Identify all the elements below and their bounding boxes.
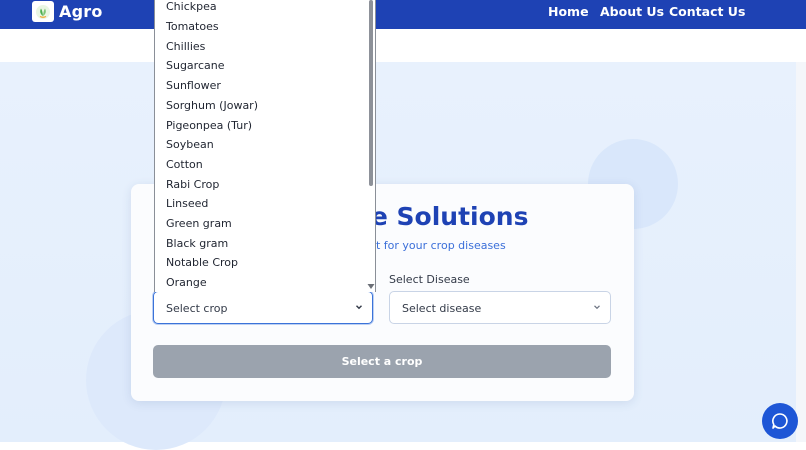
dropdown-option[interactable]: Soybean — [166, 138, 214, 151]
dropdown-option[interactable]: Rabi Crop — [166, 178, 219, 191]
brand-name[interactable]: Agro — [59, 2, 103, 21]
chevron-down-icon — [356, 305, 362, 310]
dropdown-scrollbar-thumb[interactable] — [369, 0, 373, 186]
nav-contact-link[interactable]: Contact Us — [669, 4, 745, 19]
dropdown-option[interactable]: Linseed — [166, 197, 208, 210]
submit-button[interactable]: Select a crop — [153, 345, 611, 378]
card-subtitle: nt for your crop diseases — [369, 239, 506, 252]
dropdown-option[interactable]: Green gram — [166, 217, 232, 230]
scroll-down-arrow-icon[interactable] — [367, 283, 375, 290]
crop-dropdown-list[interactable]: Chickpea Tomatoes Chillies Sugarcane Sun… — [154, 0, 376, 292]
chat-button[interactable] — [762, 403, 798, 439]
dropdown-option[interactable]: Orange — [166, 276, 207, 289]
dropdown-option[interactable]: Black gram — [166, 237, 228, 250]
page-scrollbar-track[interactable] — [796, 62, 806, 442]
disease-select[interactable]: Select disease — [389, 291, 611, 324]
top-nav-bar: Agro Home About Us Contact Us — [0, 0, 806, 29]
chevron-down-icon — [594, 305, 600, 310]
chat-bubble-icon — [772, 413, 788, 429]
card-title: se Solutions — [356, 202, 529, 231]
crop-select[interactable]: Select crop — [153, 291, 373, 324]
disease-select-value: Select disease — [402, 302, 482, 315]
dropdown-option[interactable]: Cotton — [166, 158, 203, 171]
crop-select-value: Select crop — [166, 302, 228, 315]
leaf-logo-icon[interactable] — [32, 1, 54, 22]
dropdown-option[interactable]: Sorghum (Jowar) — [166, 99, 258, 112]
nav-home-link[interactable]: Home — [548, 4, 589, 19]
dropdown-option[interactable]: Tomatoes — [166, 20, 219, 33]
dropdown-option[interactable]: Chickpea — [166, 0, 217, 13]
disease-label: Select Disease — [389, 273, 470, 286]
dropdown-option[interactable]: Pigeonpea (Tur) — [166, 119, 252, 132]
dropdown-option[interactable]: Chillies — [166, 40, 205, 53]
dropdown-option[interactable]: Sunflower — [166, 79, 221, 92]
dropdown-option[interactable]: Notable Crop — [166, 256, 238, 269]
dropdown-option[interactable]: Sugarcane — [166, 59, 225, 72]
nav-about-link[interactable]: About Us — [600, 4, 664, 19]
